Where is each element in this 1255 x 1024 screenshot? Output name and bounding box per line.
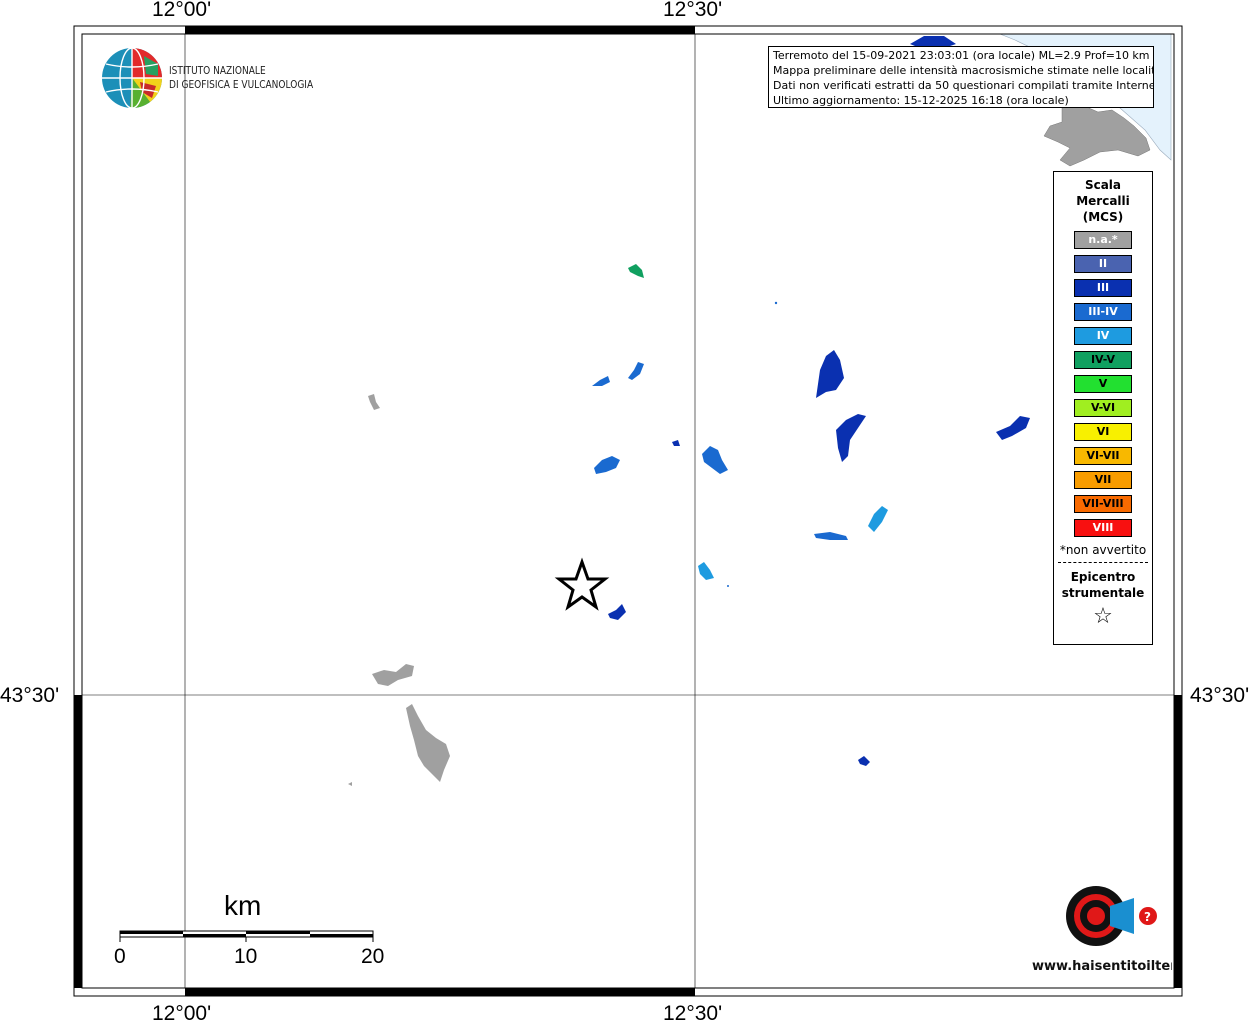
area-iii-e [858, 756, 870, 766]
legend-item: n.a.* [1074, 231, 1132, 249]
legend-items: n.a.* II III III-IV IV IV-V V V-VI VI VI-VII VII VI… [1054, 231, 1152, 537]
legend-item: II [1074, 255, 1132, 273]
hai-logo-text: www.haisentitoilterremoto.it [1032, 959, 1172, 974]
ingv-logo: ISTITUTO NAZIONALE DI GEOFISICA E VULCAN… [100, 46, 320, 110]
event-info-line2: Mappa preliminare delle intensità macros… [773, 64, 1154, 77]
area-iii-iv-e [814, 532, 848, 540]
area-gray-sw-b [406, 704, 450, 782]
legend-title: Scala Mercalli (MCS) [1054, 177, 1152, 225]
intensity-map-page: 12°00' 12°30' 12°00' 12°30' 43°30' 43°30… [0, 0, 1255, 1024]
area-iii-a [816, 350, 844, 398]
frame-bar-bottom [185, 988, 695, 996]
hai-logo-mark: ? [1144, 910, 1151, 924]
event-info-box: Terremoto del 15-09-2021 23:03:01 (ora l… [768, 46, 1154, 108]
area-iii-iv-a [592, 376, 610, 386]
legend-title-line3: (MCS) [1082, 210, 1124, 224]
legend-item: V-VI [1074, 399, 1132, 417]
lon-label-bottom-1230: 12°30' [663, 1002, 723, 1024]
area-gray-w [368, 394, 380, 410]
ingv-logo-line2: DI GEOFISICA E VULCANOLOGIA [169, 78, 314, 91]
legend-item: VII [1074, 471, 1132, 489]
area-iv-a [868, 506, 888, 532]
area-iii-iv-b [628, 362, 644, 380]
area-gray-sw-a [372, 664, 414, 686]
area-iv-v [628, 264, 644, 278]
area-iv-b [698, 562, 714, 580]
event-info-line4: Ultimo aggiornamento: 15-12-2025 16:18 (… [773, 94, 1069, 107]
area-iii-c [996, 416, 1030, 440]
legend-title-line1: Scala [1084, 178, 1122, 192]
frame-bar-left [74, 695, 82, 988]
legend-epicenter-label: Epicentro strumentale [1054, 569, 1152, 601]
legend-epicenter-line1: Epicentro [1070, 570, 1136, 584]
map-frame-inner [81, 33, 1175, 989]
legend-item: III-IV [1074, 303, 1132, 321]
area-gray-dot [348, 782, 352, 786]
legend-item: VI-VII [1074, 447, 1132, 465]
legend-item: VI [1074, 423, 1132, 441]
legend-divider [1058, 562, 1148, 563]
epicenter-star-icon [554, 557, 610, 611]
area-dot-blue-2 [727, 585, 729, 587]
legend-item: IV-V [1074, 351, 1132, 369]
lon-label-top-1200: 12°00' [152, 0, 212, 21]
event-info-line1: Terremoto del 15-09-2021 23:03:01 (ora l… [773, 49, 1150, 62]
lat-label-right-4330: 43°30' [1190, 684, 1250, 707]
legend-item: III [1074, 279, 1132, 297]
legend-note: *non avvertito [1059, 543, 1147, 557]
lon-label-bottom-1200: 12°00' [152, 1002, 212, 1024]
scale-tick-10: 10 [234, 945, 258, 968]
scale-tick-0: 0 [114, 945, 126, 968]
legend-item: V [1074, 375, 1132, 393]
scale-unit: km [224, 890, 262, 921]
map-frame-outer [73, 25, 1183, 997]
area-dot-blue [774, 301, 778, 305]
area-iii-iv-d [702, 446, 728, 474]
frame-bar-top [185, 26, 695, 34]
legend-epicenter-line2: strumentale [1061, 586, 1145, 600]
ingv-logo-line1: ISTITUTO NAZIONALE [169, 64, 266, 77]
ingv-globe-icon [102, 47, 162, 109]
lon-label-top-1230: 12°30' [663, 0, 723, 21]
legend-item: VIII [1074, 519, 1132, 537]
area-iii-iv-c [594, 456, 620, 474]
lat-label-left-4330: 43°30' [0, 684, 60, 707]
mcs-legend: Scala Mercalli (MCS) n.a.* II III III-IV IV I… [1053, 171, 1153, 645]
scale-tick-20: 20 [361, 945, 385, 968]
area-iii-dot [672, 440, 680, 446]
area-iii-b [836, 414, 866, 462]
legend-title-line2: Mercalli [1076, 194, 1130, 208]
haisentito-logo: ? www.haisentitoilterremoto.it [1032, 880, 1172, 974]
area-iii-d [608, 604, 626, 620]
legend-item: IV [1074, 327, 1132, 345]
event-info-line3: Dati non verificati estratti da 50 quest… [773, 79, 1154, 92]
legend-item: VII-VIII [1074, 495, 1132, 513]
frame-bar-right [1174, 695, 1182, 988]
scale-bar [119, 930, 374, 942]
legend-star-icon: ☆ [1093, 604, 1113, 629]
